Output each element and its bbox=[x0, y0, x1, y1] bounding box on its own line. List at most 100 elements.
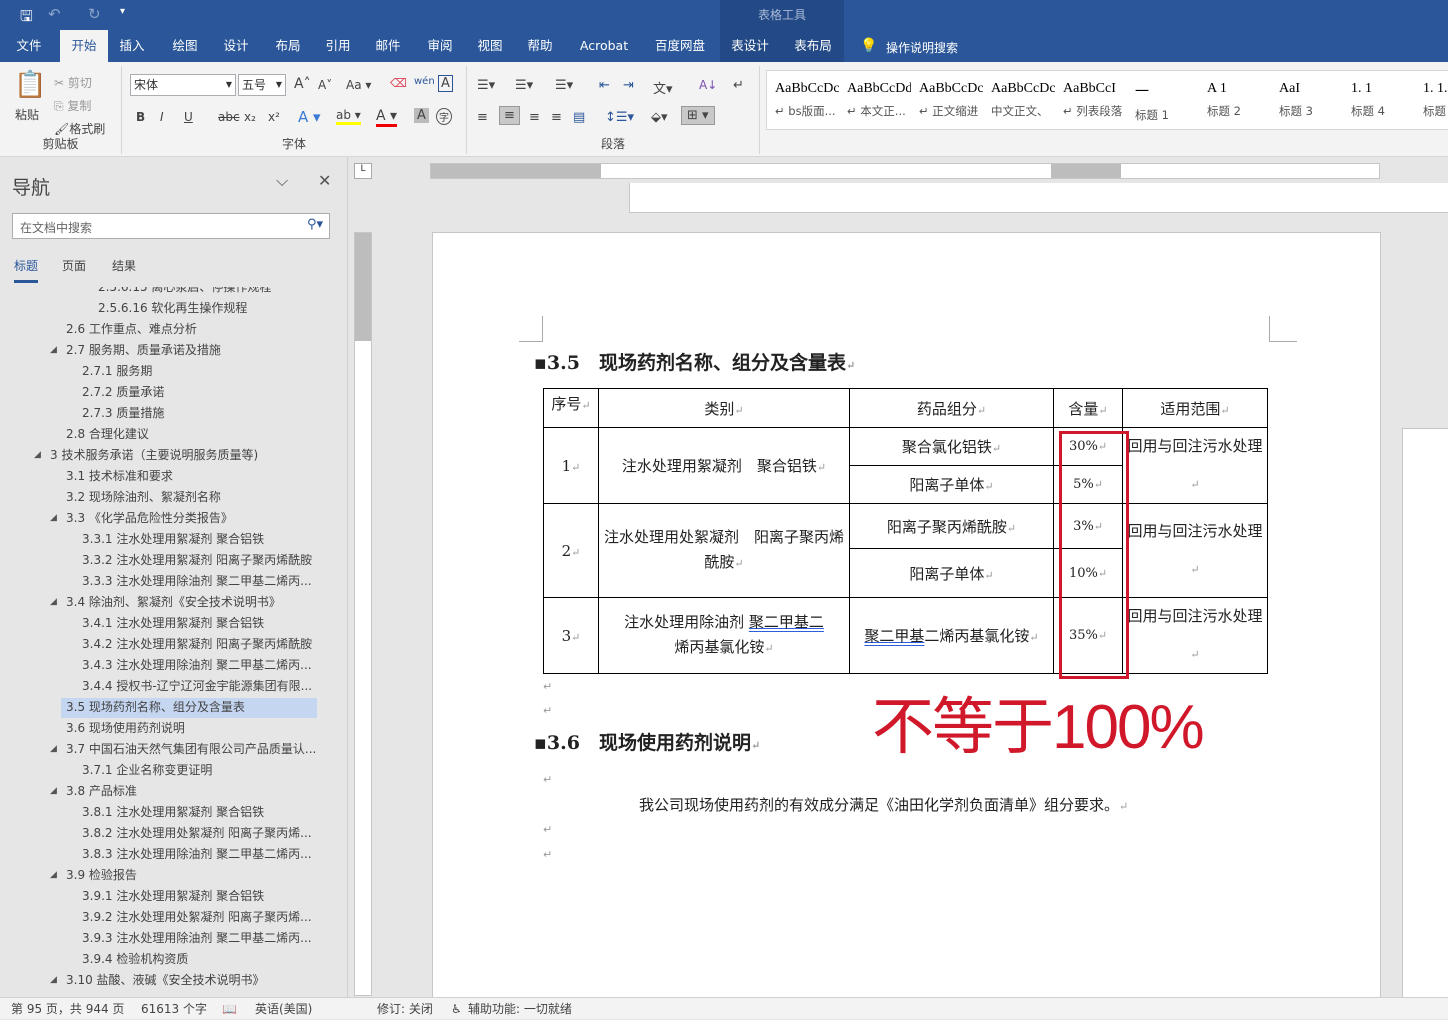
nav-heading-item[interactable]: 3.4 除油剂、絮凝剂《安全技术说明书》 bbox=[66, 592, 281, 613]
increase-indent-icon[interactable]: ⇥ bbox=[623, 78, 634, 93]
nav-heading-item[interactable]: 3.3.1 注水处理用絮凝剂 聚合铝铁 bbox=[82, 529, 264, 550]
sort-icon[interactable]: A↓ bbox=[699, 78, 717, 92]
nav-heading-item[interactable]: 3.9 检验报告 bbox=[66, 865, 137, 886]
bullets-icon[interactable]: ☰▾ bbox=[477, 78, 495, 93]
accessibility-icon[interactable]: ♿ bbox=[451, 998, 462, 1020]
style-item[interactable]: 一标题 1 bbox=[1127, 71, 1199, 129]
style-item[interactable]: AaBbCcI ↵ 列表段落 bbox=[1055, 71, 1127, 129]
tab-6[interactable]: 引用 bbox=[318, 30, 358, 62]
font-format-button[interactable]: I bbox=[160, 110, 164, 124]
style-item[interactable]: AaBbCcDdE↵ 本文正... bbox=[839, 71, 911, 129]
tab-2[interactable]: 插入 bbox=[112, 30, 152, 62]
distributed-icon[interactable]: ▤ bbox=[573, 110, 585, 125]
redo-icon[interactable]: ↻ bbox=[88, 5, 101, 23]
nav-tab[interactable]: 页面 bbox=[62, 257, 86, 274]
nav-heading-item[interactable]: 3 技术服务承诺（主要说明服务质量等) bbox=[50, 445, 258, 466]
font-format-button[interactable]: x² bbox=[268, 110, 280, 124]
paste-icon[interactable]: 📋 bbox=[14, 70, 46, 100]
nav-heading-item[interactable]: 3.4.4 授权书-辽宁辽河金宇能源集团有限... bbox=[82, 676, 312, 697]
nav-heading-item[interactable]: 3.10 盐酸、液碱《安全技术说明书》 bbox=[66, 970, 265, 991]
nav-heading-item[interactable]: 2.7 服务期、质量承诺及措施 bbox=[66, 340, 221, 361]
track-changes[interactable]: 修订: 关闭 bbox=[377, 998, 433, 1020]
nav-heading-item[interactable]: 3.7.1 企业名称变更证明 bbox=[82, 760, 212, 781]
collapse-triangle-icon[interactable]: ◢ bbox=[34, 450, 41, 460]
style-item[interactable]: AaBbCcDc ↵ 正文缩进 bbox=[911, 71, 983, 129]
collapse-triangle-icon[interactable]: ◢ bbox=[50, 975, 57, 985]
tab-8[interactable]: 审阅 bbox=[420, 30, 460, 62]
heading-3-5[interactable]: ▪3.5 现场药剂名称、组分及含量表↵ bbox=[534, 348, 855, 375]
show-marks-icon[interactable]: ↵ bbox=[733, 78, 744, 93]
tab-10[interactable]: 帮助 bbox=[520, 30, 560, 62]
decrease-indent-icon[interactable]: ⇤ bbox=[599, 78, 610, 93]
nav-heading-item[interactable]: 2.5.6.15 离心泵启、停操作规程 bbox=[98, 287, 271, 298]
copy-button[interactable]: ⎘ 复制 bbox=[54, 97, 91, 114]
nav-tab[interactable]: 结果 bbox=[112, 257, 136, 274]
tell-me-search[interactable]: 操作说明搜索 bbox=[886, 39, 958, 56]
nav-heading-item[interactable]: 2.5.6.16 软化再生操作规程 bbox=[98, 298, 247, 319]
nav-heading-item[interactable]: 3.1 技术标准和要求 bbox=[66, 466, 173, 487]
char-shading-icon[interactable]: A bbox=[414, 108, 429, 123]
tab-13[interactable]: 表设计 bbox=[720, 30, 780, 62]
paste-button[interactable]: 粘贴 bbox=[15, 106, 39, 123]
highlight-icon[interactable]: ab ▾ bbox=[336, 108, 361, 125]
font-format-button[interactable]: U bbox=[184, 110, 193, 124]
nav-heading-item[interactable]: 2.8 合理化建议 bbox=[66, 424, 149, 445]
style-item[interactable]: AaI 标题 3 bbox=[1271, 71, 1343, 129]
accessibility-status[interactable]: 辅助功能: 一切就绪 bbox=[468, 998, 572, 1020]
style-item[interactable]: AaBbCcDc 中文正文、 bbox=[983, 71, 1055, 129]
search-icon[interactable]: ⚲▾ bbox=[307, 217, 323, 232]
text-effects-icon[interactable]: A ▾ bbox=[298, 108, 321, 126]
nav-heading-item[interactable]: 2.6 工作重点、难点分析 bbox=[66, 319, 197, 340]
language[interactable]: 英语(美国) bbox=[255, 998, 312, 1020]
nav-heading-item[interactable]: 3.9.1 注水处理用絮凝剂 聚合铝铁 bbox=[82, 886, 264, 907]
nav-heading-item[interactable]: 3.9.2 注水处理用处絮凝剂 阳离子聚丙烯... bbox=[82, 907, 312, 928]
tab-11[interactable]: Acrobat bbox=[574, 30, 634, 62]
font-name-combo[interactable]: 宋体 ▼ bbox=[130, 74, 236, 96]
word-count[interactable]: 61613 个字 bbox=[141, 998, 207, 1020]
nav-heading-item[interactable]: 3.2 现场除油剂、絮凝剂名称 bbox=[66, 487, 221, 508]
collapse-triangle-icon[interactable]: ◢ bbox=[50, 786, 57, 796]
tab-3[interactable]: 绘图 bbox=[165, 30, 205, 62]
nav-heading-item[interactable]: 2.7.3 质量措施 bbox=[82, 403, 164, 424]
align-right-icon[interactable]: ≡ bbox=[529, 110, 540, 125]
nav-heading-item[interactable]: 3.8.1 注水处理用絮凝剂 聚合铝铁 bbox=[82, 802, 264, 823]
nav-heading-item[interactable]: 3.5 现场药剂名称、组分及含量表 bbox=[66, 697, 245, 718]
collapse-triangle-icon[interactable]: ◢ bbox=[50, 345, 57, 355]
clear-format-icon[interactable]: ⌫ bbox=[390, 76, 407, 90]
proofing-icon[interactable]: 📖 bbox=[222, 998, 237, 1020]
asian-layout-icon[interactable]: 文▾ bbox=[653, 78, 673, 97]
close-icon[interactable]: ✕ bbox=[318, 171, 331, 190]
nav-heading-item[interactable]: 3.4.3 注水处理用除油剂 聚二甲基二烯丙... bbox=[82, 655, 312, 676]
phonetic-guide-icon[interactable]: wén bbox=[414, 76, 435, 87]
numbering-icon[interactable]: ☰▾ bbox=[515, 78, 533, 93]
page-count[interactable]: 第 95 页，共 944 页 bbox=[11, 998, 124, 1020]
nav-heading-item[interactable]: 3.8.3 注水处理用除油剂 聚二甲基二烯丙... bbox=[82, 844, 312, 865]
style-item[interactable]: 1. 1 标题 4 bbox=[1343, 71, 1415, 129]
collapse-triangle-icon[interactable]: ◢ bbox=[50, 744, 57, 754]
save-icon[interactable]: 🖫 bbox=[20, 6, 33, 31]
line-spacing-icon[interactable]: ↕☰▾ bbox=[605, 110, 634, 125]
tab-5[interactable]: 布局 bbox=[268, 30, 308, 62]
nav-heading-item[interactable]: 3.3 《化学品危险性分类报告》 bbox=[66, 508, 233, 529]
change-case-icon[interactable]: Aa ▾ bbox=[346, 78, 371, 92]
nav-heading-item[interactable]: 3.4.2 注水处理用絮凝剂 阳离子聚丙烯酰胺 bbox=[82, 634, 312, 655]
style-item[interactable]: AaBbCcDc ↵ bs版面... bbox=[767, 71, 839, 129]
shading-icon[interactable]: ⬙▾ bbox=[651, 110, 668, 125]
nav-heading-item[interactable]: 3.8 产品标准 bbox=[66, 781, 137, 802]
nav-search-input[interactable]: 在文档中搜索 ⚲▾ bbox=[12, 213, 330, 239]
nav-heading-item[interactable]: 3.9.4 检验机构资质 bbox=[82, 949, 188, 970]
collapse-triangle-icon[interactable]: ◢ bbox=[50, 597, 57, 607]
nav-heading-item[interactable]: 3.8.2 注水处理用处絮凝剂 阳离子聚丙烯... bbox=[82, 823, 312, 844]
reagent-table[interactable]: 序号↵ 类别↵ 药品组分↵ 含量↵ 适用范围↵ 1↵ 注水处理用絮凝剂 聚合铝铁… bbox=[543, 388, 1268, 674]
nav-heading-item[interactable]: 2.7.2 质量承诺 bbox=[82, 382, 164, 403]
font-color-icon[interactable]: A ▾ bbox=[376, 108, 398, 127]
style-item[interactable]: 1. 1. 1标题 4 bbox=[1415, 71, 1448, 129]
collapse-triangle-icon[interactable]: ◢ bbox=[50, 870, 57, 880]
nav-heading-item[interactable]: 3.3.2 注水处理用絮凝剂 阳离子聚丙烯酰胺 bbox=[82, 550, 312, 571]
nav-heading-item[interactable]: 3.3.3 注水处理用除油剂 聚二甲基二烯丙... bbox=[82, 571, 312, 592]
font-format-button[interactable]: B bbox=[136, 110, 145, 124]
tab-9[interactable]: 视图 bbox=[470, 30, 510, 62]
tab-14[interactable]: 表布局 bbox=[785, 30, 841, 62]
undo-icon[interactable]: ↶ bbox=[48, 5, 61, 23]
chevron-down-icon[interactable]: ⌵ bbox=[276, 171, 288, 191]
